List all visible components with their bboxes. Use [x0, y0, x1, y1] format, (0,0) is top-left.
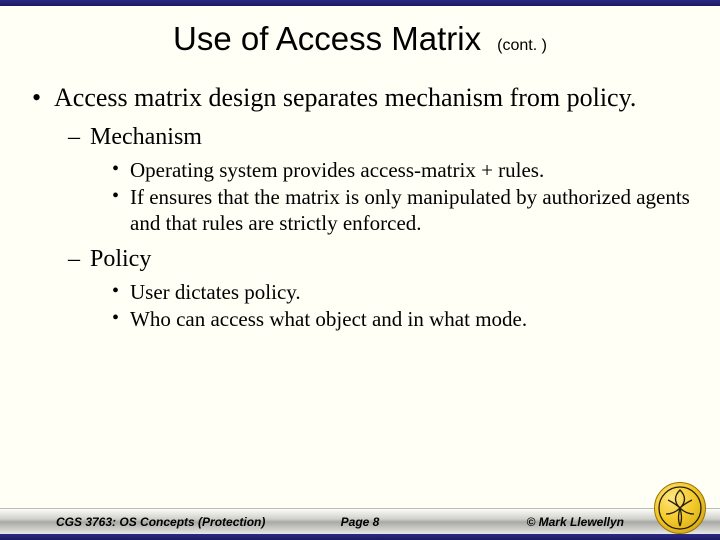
- bullet-text: User dictates policy.: [130, 280, 301, 304]
- list-item: User dictates policy.: [112, 279, 690, 305]
- bullet-list-level1: Access matrix design separates mechanism…: [30, 82, 690, 333]
- footer-bar: CGS 3763: OS Concepts (Protection) Page …: [0, 508, 720, 534]
- bullet-list-level3: User dictates policy. Who can access wha…: [90, 279, 690, 333]
- list-item: Who can access what object and in what m…: [112, 306, 690, 332]
- list-item: Mechanism Operating system provides acce…: [68, 121, 690, 237]
- list-item: If ensures that the matrix is only manip…: [112, 184, 690, 237]
- bullet-text: Who can access what object and in what m…: [130, 307, 527, 331]
- bullet-text: Mechanism: [90, 124, 202, 150]
- list-item: Policy User dictates policy. Who can acc…: [68, 243, 690, 333]
- bottom-divider: [0, 534, 720, 540]
- slide-title-cont: (cont. ): [497, 37, 547, 54]
- bullet-text: Access matrix design separates mechanism…: [54, 83, 636, 112]
- slide: Use of Access Matrix (cont. ) Access mat…: [0, 0, 720, 540]
- content-area: Access matrix design separates mechanism…: [0, 64, 720, 540]
- footer: CGS 3763: OS Concepts (Protection) Page …: [0, 508, 720, 540]
- ucf-logo-icon: [654, 482, 706, 534]
- bullet-list-level3: Operating system provides access-matrix …: [90, 157, 690, 237]
- list-item: Operating system provides access-matrix …: [112, 157, 690, 183]
- bullet-text: If ensures that the matrix is only manip…: [130, 185, 690, 235]
- title-area: Use of Access Matrix (cont. ): [0, 6, 720, 64]
- bullet-text: Policy: [90, 246, 151, 272]
- bullet-text: Operating system provides access-matrix …: [130, 158, 544, 182]
- bullet-list-level2: Mechanism Operating system provides acce…: [54, 121, 690, 333]
- footer-course: CGS 3763: OS Concepts (Protection): [56, 515, 265, 529]
- slide-title: Use of Access Matrix: [173, 20, 481, 57]
- list-item: Access matrix design separates mechanism…: [30, 82, 690, 333]
- footer-copyright: © Mark Llewellyn: [526, 515, 624, 529]
